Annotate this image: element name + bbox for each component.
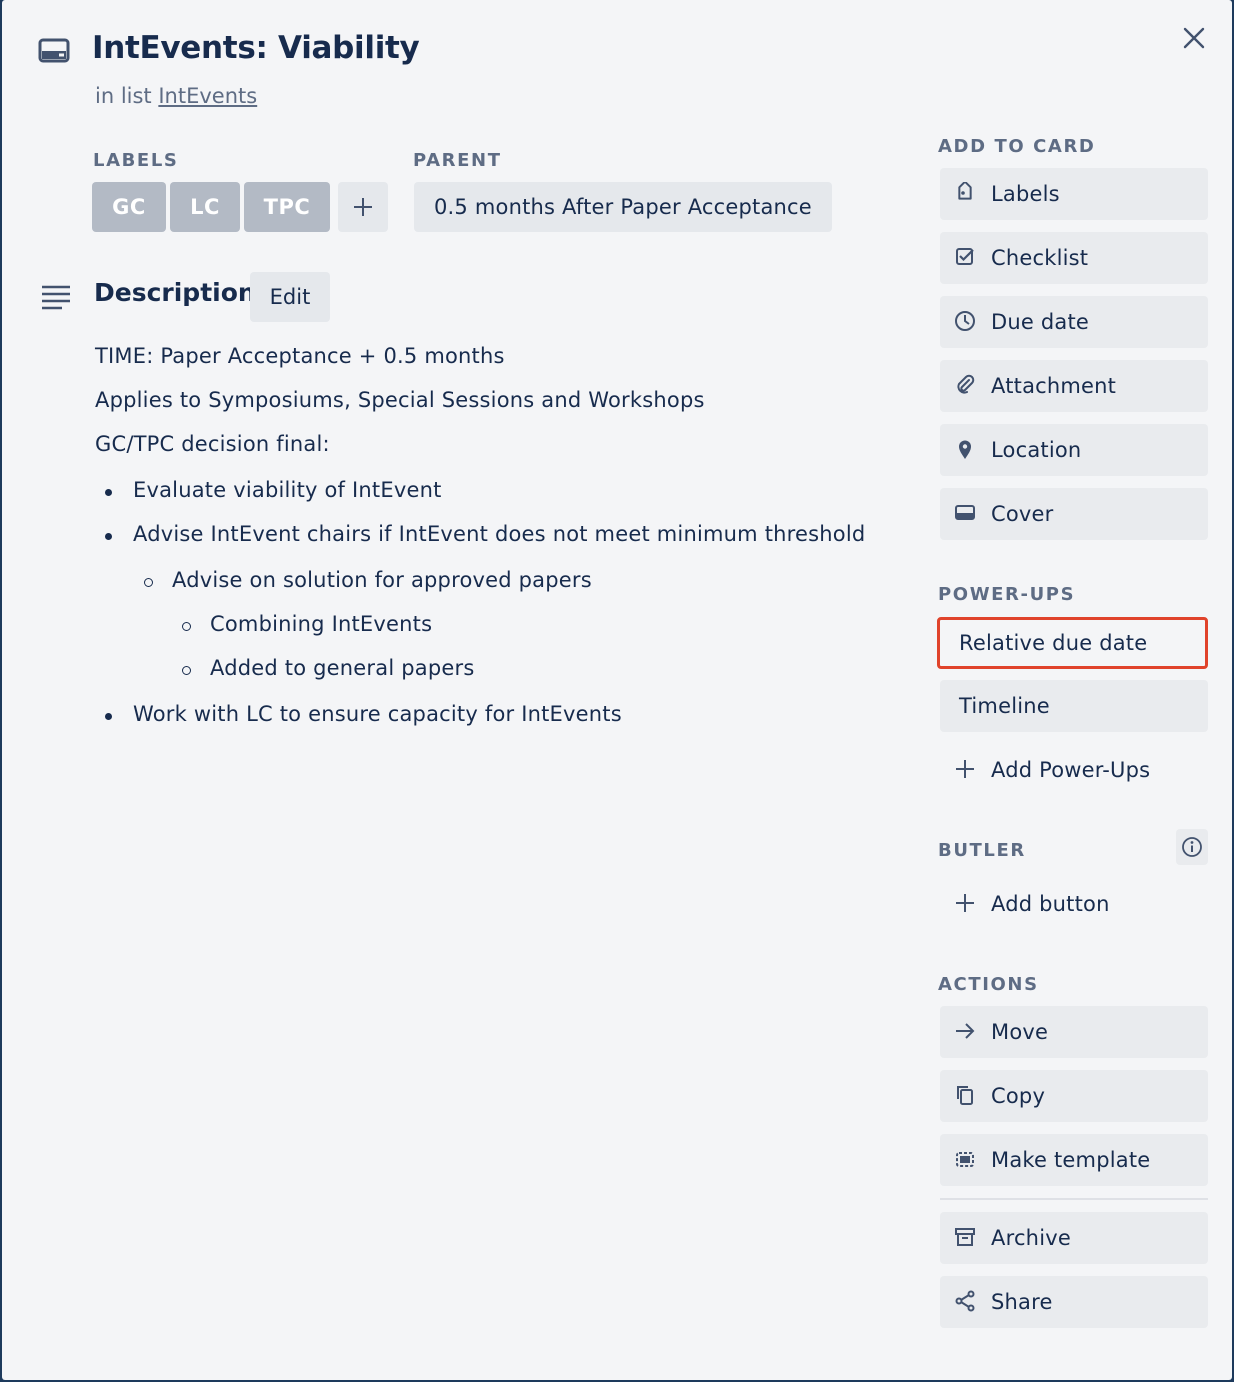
add-label-button[interactable] (338, 182, 388, 232)
location-button-label: Location (991, 438, 1082, 462)
cover-icon (955, 505, 975, 520)
list-item: Work with LC to ensure capacity for IntE… (105, 702, 622, 726)
archive-label: Archive (991, 1226, 1071, 1250)
timeline-button[interactable]: Timeline (940, 680, 1208, 732)
bullet-ring (182, 666, 191, 675)
due-date-button-label: Due date (991, 310, 1090, 334)
cover-button[interactable]: Cover (940, 488, 1208, 540)
labels-button[interactable]: Labels (940, 168, 1208, 220)
bullet-ring (182, 622, 191, 631)
parent-button[interactable]: 0.5 months After Paper Acceptance (414, 182, 832, 232)
close-icon (1183, 27, 1205, 49)
bullet-dot (105, 533, 112, 540)
label-tpc[interactable]: TPC (244, 182, 330, 232)
label-lc[interactable]: LC (170, 182, 240, 232)
make-template-label: Make template (991, 1148, 1151, 1172)
in-list-prefix: in list (95, 84, 152, 108)
add-button-label: Add button (991, 892, 1110, 916)
share-icon (955, 1290, 975, 1312)
list-item: Advise IntEvent chairs if IntEvent does … (105, 522, 866, 546)
actions-heading: ACTIONS (938, 974, 1039, 995)
edit-description-button[interactable]: Edit (250, 272, 330, 322)
share-button[interactable]: Share (940, 1276, 1208, 1328)
timeline-label: Timeline (959, 694, 1050, 718)
make-template-button[interactable]: Make template (940, 1134, 1208, 1186)
relative-due-date-label: Relative due date (959, 631, 1148, 655)
attachment-button-label: Attachment (991, 374, 1117, 398)
list-item-text: Added to general papers (210, 656, 475, 680)
actions-divider (940, 1198, 1208, 1200)
list-item: Added to general papers (182, 656, 475, 680)
add-to-card-heading: ADD TO CARD (938, 136, 1096, 157)
list-item-text: Advise on solution for approved papers (172, 568, 592, 592)
add-power-ups-button[interactable]: Add Power-Ups (940, 744, 1208, 796)
list-item-text: Advise IntEvent chairs if IntEvent does … (133, 522, 866, 546)
butler-heading: BUTLER (938, 840, 1026, 861)
list-breadcrumb: in list IntEvents (95, 84, 257, 108)
add-button-button[interactable]: Add button (940, 878, 1208, 930)
move-label: Move (991, 1020, 1049, 1044)
checklist-button-label: Checklist (991, 246, 1089, 270)
clock-icon (955, 311, 975, 331)
copy-icon (957, 1086, 973, 1105)
bullet-dot (105, 489, 112, 496)
parent-heading: PARENT (413, 150, 502, 171)
bullet-dot (105, 713, 112, 720)
description-line: Applies to Symposiums, Special Sessions … (95, 388, 705, 412)
checklist-icon (956, 248, 974, 265)
description-line: GC/TPC decision final: (95, 432, 330, 456)
copy-button[interactable]: Copy (940, 1070, 1208, 1122)
location-button[interactable]: Location (940, 424, 1208, 476)
card-icon (38, 38, 70, 63)
relative-due-date-button[interactable]: Relative due date (937, 617, 1208, 669)
list-item: Advise on solution for approved papers (144, 568, 592, 592)
card-detail-modal: IntEvents: Viability in list IntEvents L… (2, 0, 1232, 1380)
checklist-button[interactable]: Checklist (940, 232, 1208, 284)
info-icon (1182, 837, 1202, 857)
archive-icon (955, 1228, 975, 1246)
butler-info-button[interactable] (1176, 829, 1208, 865)
add-power-ups-label: Add Power-Ups (991, 758, 1151, 782)
list-item-text: Evaluate viability of IntEvent (133, 478, 442, 502)
list-item: Combining IntEvents (182, 612, 433, 636)
close-button[interactable] (1176, 20, 1212, 56)
cover-button-label: Cover (991, 502, 1054, 526)
tag-icon (958, 182, 972, 200)
copy-label: Copy (991, 1084, 1046, 1108)
archive-button[interactable]: Archive (940, 1212, 1208, 1264)
label-gc[interactable]: GC (92, 182, 166, 232)
plus-icon (354, 198, 372, 216)
bullet-ring (144, 578, 153, 587)
template-icon (956, 1152, 974, 1167)
plus-icon (956, 894, 974, 912)
plus-icon (956, 760, 974, 778)
labels-button-label: Labels (991, 182, 1060, 206)
location-pin-icon (959, 440, 971, 459)
card-title[interactable]: IntEvents: Viability (92, 30, 420, 66)
list-link[interactable]: IntEvents (158, 84, 257, 108)
attachment-button[interactable]: Attachment (940, 360, 1208, 412)
list-item: Evaluate viability of IntEvent (105, 478, 442, 502)
move-button[interactable]: Move (940, 1006, 1208, 1058)
description-icon (42, 285, 70, 310)
power-ups-heading: POWER-UPS (938, 584, 1076, 605)
description-line: TIME: Paper Acceptance + 0.5 months (95, 344, 505, 368)
paperclip-icon (957, 374, 975, 394)
description-heading: Description (94, 278, 256, 307)
share-label: Share (991, 1290, 1053, 1314)
arrow-right-icon (956, 1023, 975, 1039)
labels-heading: LABELS (93, 150, 179, 171)
list-item-text: Combining IntEvents (210, 612, 433, 636)
list-item-text: Work with LC to ensure capacity for IntE… (133, 702, 622, 726)
due-date-button[interactable]: Due date (940, 296, 1208, 348)
